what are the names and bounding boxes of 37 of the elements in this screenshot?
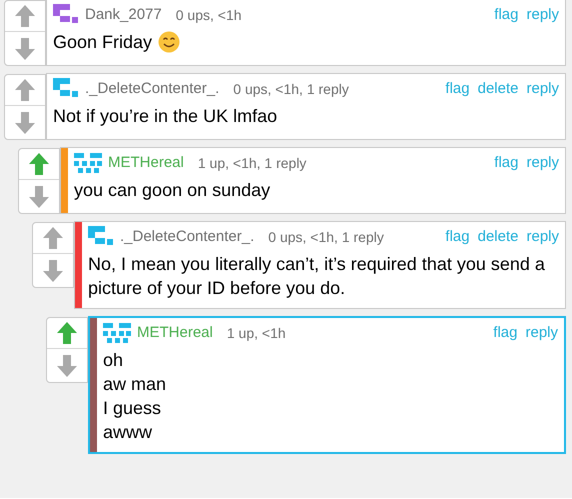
comment-meta: 0 ups, <1h, 1 reply <box>268 228 384 247</box>
username-link[interactable]: Dank_2077 <box>85 4 162 26</box>
action-link[interactable]: delete <box>478 78 518 100</box>
down-arrow-icon <box>14 110 36 134</box>
comment-text: oh aw man I guess awww <box>103 349 166 444</box>
comment-meta: 1 up, <1h <box>226 324 286 343</box>
action-link[interactable]: reply <box>526 152 559 174</box>
action-link[interactable]: reply <box>526 226 559 248</box>
comment-meta: 1 up, <1h, 1 reply <box>198 154 306 173</box>
down-arrow-icon <box>14 36 36 60</box>
comment-text: you can goon on sunday <box>74 179 270 202</box>
down-arrow-icon <box>28 184 50 208</box>
down-arrow-icon <box>42 258 64 282</box>
action-link[interactable]: flag <box>445 78 470 100</box>
comment-text: No, I mean you literally can’t, it’s required that you send a picture of your ID before you do. <box>88 253 546 300</box>
username-link[interactable]: METHereal <box>137 322 213 344</box>
username-link[interactable]: ._DeleteContenter_. <box>120 226 254 248</box>
action-link[interactable]: flag <box>445 226 470 248</box>
username-link[interactable]: METHereal <box>108 152 184 174</box>
action-link[interactable]: reply <box>526 4 559 26</box>
username-link[interactable]: ._DeleteContenter_. <box>85 78 220 100</box>
up-arrow-icon <box>28 152 50 176</box>
comment-meta: 0 ups, <1h, 1 reply <box>233 80 349 99</box>
comment-meta: 0 ups, <1h <box>176 6 242 25</box>
comment-text: Goon Friday <box>53 31 152 54</box>
up-arrow-icon <box>14 78 36 102</box>
action-link[interactable]: flag <box>493 322 518 344</box>
action-link[interactable]: flag <box>494 152 518 174</box>
down-arrow-icon <box>56 354 78 378</box>
up-arrow-icon <box>14 4 36 28</box>
up-arrow-icon <box>42 226 64 250</box>
action-link[interactable]: delete <box>478 226 518 248</box>
action-link[interactable]: flag <box>494 4 518 26</box>
comment-text: Not if you’re in the UK lmfao <box>53 105 278 128</box>
up-arrow-icon <box>56 321 78 345</box>
action-link[interactable]: reply <box>526 78 559 100</box>
action-link[interactable]: reply <box>525 322 558 344</box>
